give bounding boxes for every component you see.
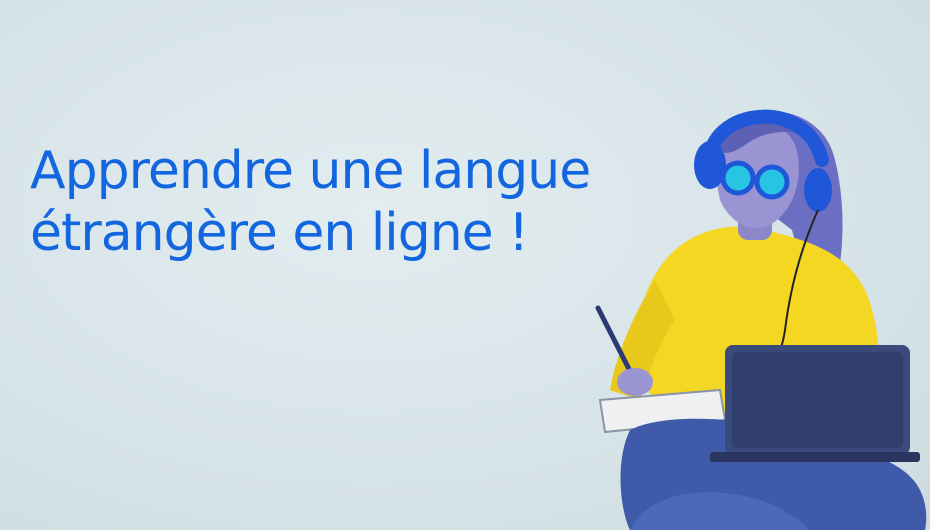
- headline-line-1: Apprendre une langue: [30, 141, 591, 201]
- headline-line-2: étrangère en ligne !: [30, 203, 529, 264]
- headline: Apprendre une langue étrangère en ligne …: [30, 140, 591, 265]
- student-illustration: [595, 109, 927, 530]
- banner: Apprendre une langue étrangère en ligne …: [0, 0, 930, 530]
- laptop-icon: [710, 345, 920, 462]
